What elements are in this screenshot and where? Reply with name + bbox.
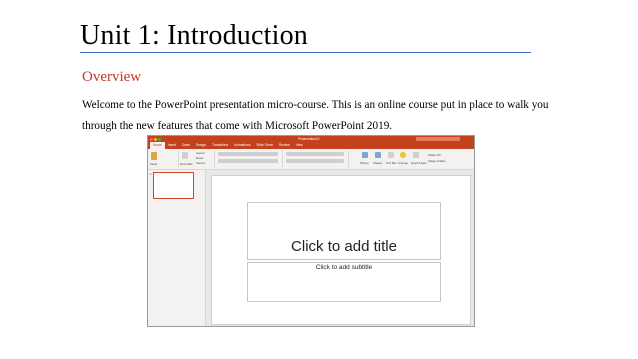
new-slide-button[interactable]: New Slide [180, 162, 193, 166]
section-button[interactable]: Section [196, 161, 205, 165]
shape-fill-button[interactable]: Shape Fill [428, 153, 440, 157]
quick-styles-icon[interactable] [413, 152, 419, 158]
arrange-button[interactable]: Arrange [398, 161, 408, 165]
ribbon-divider [214, 151, 215, 167]
slide-thumbnail-pane: 1 [148, 170, 206, 326]
paste-button[interactable]: Paste [150, 162, 157, 166]
paragraph-buttons[interactable] [286, 152, 344, 156]
subtitle-placeholder[interactable]: Click to add subtitle [247, 262, 441, 302]
text-box-button[interactable]: Text Box [386, 161, 397, 165]
ribbon-divider [282, 151, 283, 167]
tab-slide-show[interactable]: Slide Show [253, 142, 276, 149]
tab-animations[interactable]: Animations [231, 142, 253, 149]
title-placeholder[interactable]: Click to add title [247, 202, 441, 260]
search-field[interactable] [416, 137, 460, 141]
text-box-icon[interactable] [388, 152, 394, 158]
powerpoint-screenshot: Presentation10 Home Insert Draw Design T… [147, 135, 475, 327]
quick-styles-button[interactable]: Quick Styles [411, 161, 427, 165]
tab-insert[interactable]: Insert [165, 142, 179, 149]
shapes-button[interactable]: Shapes [373, 161, 383, 165]
slide-title: Unit 1: Introduction [80, 20, 308, 51]
picture-icon[interactable] [362, 152, 368, 158]
slide-number: 1 [150, 172, 152, 176]
tab-review[interactable]: Review [276, 142, 293, 149]
tab-view[interactable]: View [293, 142, 306, 149]
title-placeholder-text: Click to add title [291, 238, 397, 255]
font-format-buttons[interactable] [218, 159, 278, 163]
ribbon-divider [178, 151, 179, 167]
shape-outline-button[interactable]: Shape Outline [428, 159, 446, 163]
font-name-dropdown[interactable] [218, 152, 278, 156]
slide-editing-area: Click to add title Click to add subtitle [206, 170, 474, 326]
ribbon-home: Paste New Slide Layout Reset Section Pic… [148, 149, 474, 170]
layout-button[interactable]: Layout [196, 151, 204, 155]
ribbon-tabs: Home Insert Draw Design Transitions Anim… [148, 142, 474, 153]
title-underline [80, 52, 531, 53]
close-window-icon[interactable] [150, 137, 153, 141]
minimize-window-icon[interactable] [154, 137, 157, 141]
slide-thumbnail[interactable] [153, 172, 194, 199]
picture-button[interactable]: Picture [360, 161, 369, 165]
new-slide-icon[interactable] [182, 152, 188, 159]
tab-transitions[interactable]: Transitions [209, 142, 231, 149]
shapes-icon[interactable] [375, 152, 381, 158]
alignment-buttons[interactable] [286, 159, 344, 163]
tab-draw[interactable]: Draw [179, 142, 193, 149]
ribbon-divider [348, 151, 349, 167]
arrange-icon[interactable] [400, 152, 406, 158]
tab-home[interactable]: Home [150, 142, 165, 149]
clipboard-icon[interactable] [151, 152, 157, 160]
tab-design[interactable]: Design [193, 142, 209, 149]
body-paragraph: Welcome to the PowerPoint presentation m… [82, 99, 549, 132]
subtitle-placeholder-text: Click to add subtitle [315, 264, 373, 271]
maximize-window-icon[interactable] [158, 137, 161, 141]
section-heading: Overview [82, 69, 142, 85]
slide-canvas[interactable]: Click to add title Click to add subtitle [211, 175, 471, 325]
reset-button[interactable]: Reset [196, 156, 203, 160]
